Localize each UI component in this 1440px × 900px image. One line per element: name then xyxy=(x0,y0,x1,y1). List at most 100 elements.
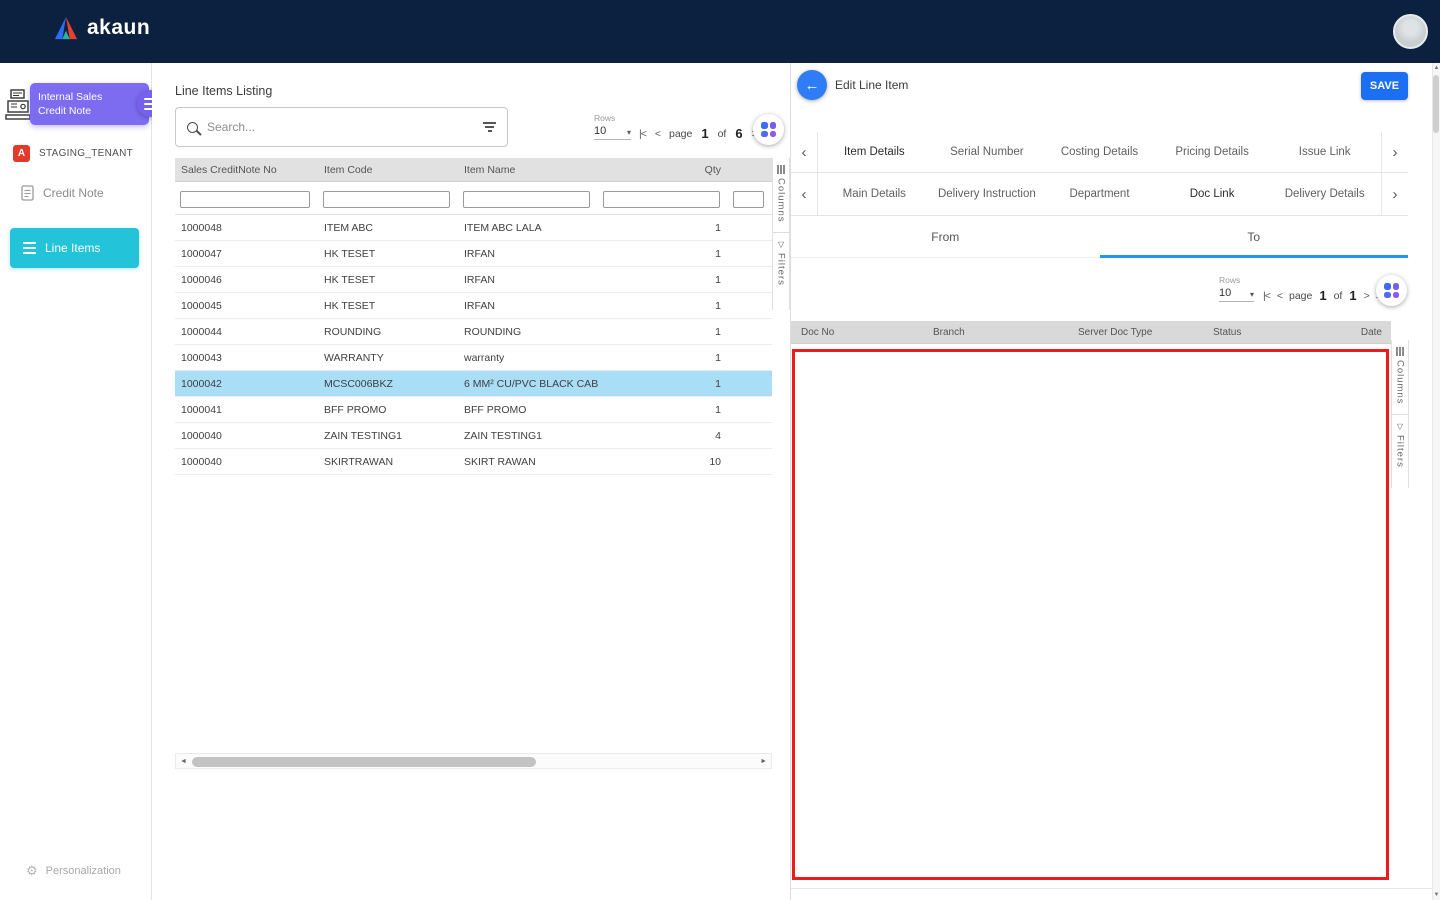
prev-page-button[interactable]: < xyxy=(1277,290,1282,302)
horizontal-scrollbar[interactable]: ◄ ► xyxy=(175,753,772,769)
col-header-creditnote-no[interactable]: Sales CreditNote No xyxy=(175,164,318,176)
akaun-logo-icon xyxy=(52,16,80,40)
subtab-from[interactable]: From xyxy=(791,216,1100,257)
grid-icon xyxy=(761,122,776,137)
prev-page-button[interactable]: < xyxy=(655,128,660,140)
rows-per-page-select[interactable]: 10 ▾ xyxy=(594,125,631,140)
col-header-qty[interactable]: Qty xyxy=(598,164,728,176)
tabs-scroll-right-icon[interactable]: › xyxy=(1381,173,1408,215)
col-header-server-doc-type[interactable]: Server Doc Type xyxy=(1078,327,1213,338)
filter-input-item-code[interactable] xyxy=(323,191,450,208)
personalization-icon: ⚙ xyxy=(26,863,38,879)
col-header-status[interactable]: Status xyxy=(1213,327,1353,338)
of-word: of xyxy=(718,128,727,140)
cell-no: 1000048 xyxy=(175,222,318,234)
table-row-selected[interactable]: 1000042 MCSC006BKZ 6 MM² CU/PVC BLACK CA… xyxy=(175,371,772,397)
tab-main-details[interactable]: Main Details xyxy=(818,173,931,215)
total-pages: 1 xyxy=(1349,288,1356,303)
tabs-scroll-left-icon[interactable]: ‹ xyxy=(791,173,818,215)
first-page-button[interactable]: |< xyxy=(639,128,646,140)
table-row[interactable]: 1000041 BFF PROMO BFF PROMO 1 xyxy=(175,397,772,423)
columns-toggle[interactable]: Columns xyxy=(1395,360,1406,405)
table-row[interactable]: 1000046 HK TESET IRFAN 1 xyxy=(175,267,772,293)
of-word: of xyxy=(1334,290,1343,302)
cell-name: IRFAN xyxy=(458,274,598,286)
cell-code: WARRANTY xyxy=(318,352,458,364)
user-avatar[interactable] xyxy=(1393,14,1428,49)
filter-input-extra[interactable] xyxy=(733,191,764,208)
col-header-doc-no[interactable]: Doc No xyxy=(791,327,933,338)
doc-link-pagination: |< < page 1 of 1 > >| xyxy=(1263,288,1383,303)
filter-list-icon[interactable] xyxy=(483,122,496,132)
rows-value: 10 xyxy=(594,125,606,137)
search-icon xyxy=(187,122,198,133)
tab-pricing-details[interactable]: Pricing Details xyxy=(1156,132,1269,172)
col-header-branch[interactable]: Branch xyxy=(933,327,1078,338)
apps-grid-button[interactable] xyxy=(1376,275,1407,306)
columns-icon xyxy=(777,165,785,174)
rows-label: Rows xyxy=(1219,275,1240,285)
divider xyxy=(1392,414,1408,415)
table-row[interactable]: 1000047 HK TESET IRFAN 1 xyxy=(175,241,772,267)
filters-toggle[interactable]: Filters xyxy=(776,253,787,286)
filter-input-item-name[interactable] xyxy=(463,191,590,208)
cell-no: 1000044 xyxy=(175,326,318,338)
table-row[interactable]: 1000048 ITEM ABC ITEM ABC LALA 1 xyxy=(175,215,772,241)
search-input[interactable] xyxy=(207,120,483,134)
tab-item-details[interactable]: Item Details xyxy=(818,132,931,172)
table-row[interactable]: 1000040 ZAIN TESTING1 ZAIN TESTING1 4 xyxy=(175,423,772,449)
filter-input-creditnote-no[interactable] xyxy=(180,191,310,208)
page-title: Line Items Listing xyxy=(175,84,272,98)
personalization-link[interactable]: ⚙ Personalization xyxy=(26,863,121,879)
col-header-item-code[interactable]: Item Code xyxy=(318,164,458,176)
table-row[interactable]: 1000045 HK TESET IRFAN 1 xyxy=(175,293,772,319)
scroll-left-icon[interactable]: ◄ xyxy=(180,758,187,765)
scrollbar-thumb[interactable] xyxy=(1433,75,1439,133)
total-pages: 6 xyxy=(735,126,742,141)
tab-doc-link[interactable]: Doc Link xyxy=(1156,173,1269,215)
tab-delivery-instruction[interactable]: Delivery Instruction xyxy=(931,173,1044,215)
tab-costing-details[interactable]: Costing Details xyxy=(1043,132,1156,172)
save-button[interactable]: SAVE xyxy=(1361,72,1408,100)
scrollbar-thumb[interactable] xyxy=(192,757,536,767)
divider xyxy=(791,888,1433,889)
columns-toggle[interactable]: Columns xyxy=(776,178,787,223)
cell-qty: 1 xyxy=(598,378,728,390)
subtab-to[interactable]: To xyxy=(1100,216,1409,257)
current-page: 1 xyxy=(701,126,708,141)
col-header-date[interactable]: Date xyxy=(1353,327,1391,338)
tab-serial-number[interactable]: Serial Number xyxy=(931,132,1044,172)
chevron-down-icon: ▾ xyxy=(1250,290,1254,299)
rows-per-page-select[interactable]: 10 ▾ xyxy=(1219,287,1254,302)
tab-department[interactable]: Department xyxy=(1043,173,1156,215)
tenant-row[interactable]: A STAGING_TENANT xyxy=(13,145,133,162)
sidebar-item-credit-note[interactable]: Credit Note xyxy=(21,185,104,201)
col-header-item-name[interactable]: Item Name xyxy=(458,164,598,176)
filter-input-qty[interactable] xyxy=(603,191,720,208)
first-page-button[interactable]: |< xyxy=(1263,290,1270,302)
scroll-up-icon[interactable]: ▲ xyxy=(1434,65,1440,71)
next-page-button[interactable]: > xyxy=(1364,290,1369,302)
back-button[interactable]: ← xyxy=(797,70,827,100)
tabs-scroll-right-icon[interactable]: › xyxy=(1381,132,1408,172)
table-row[interactable]: 1000044 ROUNDING ROUNDING 1 xyxy=(175,319,772,345)
tabs-scroll-left-icon[interactable]: ‹ xyxy=(791,132,818,172)
apps-grid-button[interactable] xyxy=(753,114,784,145)
scroll-right-icon[interactable]: ► xyxy=(760,758,767,765)
line-items-listing-panel: Line Items Listing Rows 10 ▾ |< < page 1… xyxy=(152,63,790,900)
empty-doc-link-area-highlight xyxy=(792,349,1389,880)
tab-issue-link[interactable]: Issue Link xyxy=(1268,132,1381,172)
sidebar-item-line-items[interactable]: Line Items xyxy=(10,228,139,268)
brand-logo: akaun xyxy=(52,16,150,40)
tab-delivery-details[interactable]: Delivery Details xyxy=(1268,173,1381,215)
vertical-scrollbar[interactable]: ▲ ▼ xyxy=(1432,63,1440,900)
filters-toggle[interactable]: Filters xyxy=(1395,435,1406,468)
sidebar-module-internal-sales-credit-note[interactable]: Internal Sales Credit Note xyxy=(30,83,149,125)
scroll-down-icon[interactable]: ▼ xyxy=(1434,892,1440,898)
cell-qty: 4 xyxy=(598,430,728,442)
sidebar-item-label: Line Items xyxy=(45,241,100,255)
cell-qty: 1 xyxy=(598,248,728,260)
table-row[interactable]: 1000043 WARRANTY warranty 1 xyxy=(175,345,772,371)
list-icon xyxy=(23,242,36,254)
table-row[interactable]: 1000040 SKIRTRAWAN SKIRT RAWAN 10 xyxy=(175,449,772,475)
